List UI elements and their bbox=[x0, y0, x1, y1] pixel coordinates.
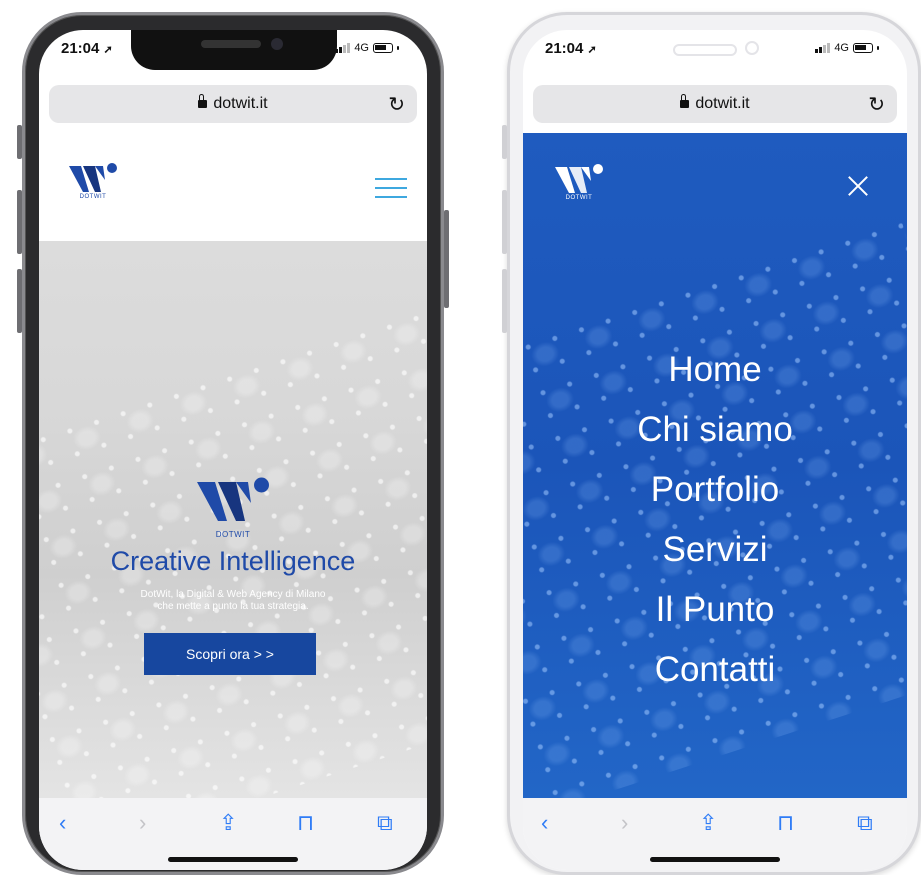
status-bar: 21:04 ➚ 4G bbox=[523, 30, 907, 82]
back-icon[interactable]: ‹ bbox=[59, 810, 66, 836]
mute-switch bbox=[17, 125, 22, 159]
battery-icon bbox=[853, 43, 873, 53]
menu-overlay: DOTWIT Home Chi siamo Portfolio Servizi … bbox=[523, 133, 907, 798]
volume-up-button bbox=[17, 190, 22, 254]
volume-down-button bbox=[502, 269, 507, 333]
site-logo[interactable]: DOTWIT bbox=[555, 163, 603, 201]
hero-logo: DOTWIT bbox=[197, 475, 269, 539]
signal-icon bbox=[815, 43, 831, 53]
logo-w-icon bbox=[69, 163, 117, 192]
back-icon[interactable]: ‹ bbox=[541, 810, 548, 836]
status-time: 21:04 ➚ bbox=[61, 40, 113, 57]
volume-up-button bbox=[502, 190, 507, 254]
reload-icon[interactable]: ↻ bbox=[388, 92, 405, 117]
location-arrow-icon: ➚ bbox=[587, 44, 597, 56]
url-text: dotwit.it bbox=[213, 95, 268, 112]
address-bar[interactable]: dotwit.it ↻ bbox=[533, 85, 897, 123]
bookmarks-icon[interactable]: ⊓ bbox=[297, 810, 314, 836]
phone-left: 21:04 ➚ 4G dotwit.it ↻ DOTWIT DOTWIT Cre… bbox=[17, 12, 449, 875]
share-icon[interactable]: ⇪ bbox=[699, 810, 717, 836]
discover-now-button[interactable]: Scopri ora > > bbox=[144, 633, 316, 675]
status-indicators: 4G bbox=[335, 42, 399, 54]
network-type: 4G bbox=[354, 42, 369, 54]
network-type: 4G bbox=[834, 42, 849, 54]
home-indicator[interactable] bbox=[168, 857, 298, 862]
power-button bbox=[444, 210, 449, 308]
nav-item-contatti[interactable]: Contatti bbox=[523, 640, 907, 700]
forward-icon[interactable]: › bbox=[621, 810, 628, 836]
bookmarks-icon[interactable]: ⊓ bbox=[777, 810, 794, 836]
lock-icon bbox=[680, 94, 690, 108]
hamburger-menu-icon[interactable] bbox=[375, 178, 407, 198]
hero-section: DOTWIT Creative Intelligence DotWit, la … bbox=[39, 241, 427, 798]
hero-subtitle-line2: che mette a punto la tua strategia. bbox=[157, 601, 309, 612]
mute-switch bbox=[502, 125, 507, 159]
phone-right: 21:04 ➚ 4G dotwit.it ↻ DOTWIT Home Chi s… bbox=[502, 12, 921, 875]
site-logo[interactable]: DOTWIT bbox=[69, 162, 117, 200]
nav-menu: Home Chi siamo Portfolio Servizi Il Punt… bbox=[523, 340, 907, 700]
nav-item-chi-siamo[interactable]: Chi siamo bbox=[523, 400, 907, 460]
status-time: 21:04 ➚ bbox=[545, 40, 597, 57]
close-icon[interactable] bbox=[847, 175, 869, 197]
address-bar[interactable]: dotwit.it ↻ bbox=[49, 85, 417, 123]
url-display: dotwit.it bbox=[49, 94, 417, 113]
forward-icon[interactable]: › bbox=[139, 810, 146, 836]
safari-toolbar: ‹ › ⇪ ⊓ ⧉ bbox=[39, 798, 427, 870]
screen-right: 21:04 ➚ 4G dotwit.it ↻ DOTWIT Home Chi s… bbox=[523, 30, 907, 870]
url-display: dotwit.it bbox=[533, 94, 897, 113]
url-text: dotwit.it bbox=[695, 95, 750, 112]
tabs-icon[interactable]: ⧉ bbox=[857, 810, 873, 836]
nav-item-portfolio[interactable]: Portfolio bbox=[523, 460, 907, 520]
status-indicators: 4G bbox=[815, 42, 879, 54]
hero-subtitle-line1: DotWit, la Digital & Web Agency di Milan… bbox=[140, 589, 326, 600]
nav-item-home[interactable]: Home bbox=[523, 340, 907, 400]
home-indicator[interactable] bbox=[650, 857, 780, 862]
battery-tip-icon bbox=[397, 46, 399, 50]
nav-item-il-punto[interactable]: Il Punto bbox=[523, 580, 907, 640]
battery-icon bbox=[373, 43, 393, 53]
volume-down-button bbox=[17, 269, 22, 333]
screen-left: 21:04 ➚ 4G dotwit.it ↻ DOTWIT DOTWIT Cre… bbox=[39, 30, 427, 870]
hero-logo-w-icon bbox=[197, 477, 269, 521]
nav-item-servizi[interactable]: Servizi bbox=[523, 520, 907, 580]
safari-toolbar: ‹ › ⇪ ⊓ ⧉ bbox=[523, 798, 907, 870]
status-time-text: 21:04 bbox=[61, 40, 100, 57]
notch bbox=[131, 30, 337, 70]
logo-w-icon bbox=[555, 164, 603, 193]
hero-title: Creative Intelligence bbox=[110, 546, 356, 576]
signal-icon bbox=[335, 43, 351, 53]
logo-text: DOTWIT bbox=[79, 194, 107, 200]
hero-logo-text: DOTWIT bbox=[215, 530, 251, 539]
lock-icon bbox=[198, 94, 208, 108]
share-icon[interactable]: ⇪ bbox=[219, 810, 237, 836]
status-time-text: 21:04 bbox=[545, 40, 584, 57]
tabs-icon[interactable]: ⧉ bbox=[377, 810, 393, 836]
battery-tip-icon bbox=[877, 46, 879, 50]
site-header: DOTWIT bbox=[39, 130, 427, 240]
reload-icon[interactable]: ↻ bbox=[868, 92, 885, 117]
location-arrow-icon: ➚ bbox=[103, 44, 113, 56]
hero-subtitle: DotWit, la Digital & Web Agency di Milan… bbox=[39, 589, 427, 613]
logo-text: DOTWIT bbox=[565, 195, 593, 201]
